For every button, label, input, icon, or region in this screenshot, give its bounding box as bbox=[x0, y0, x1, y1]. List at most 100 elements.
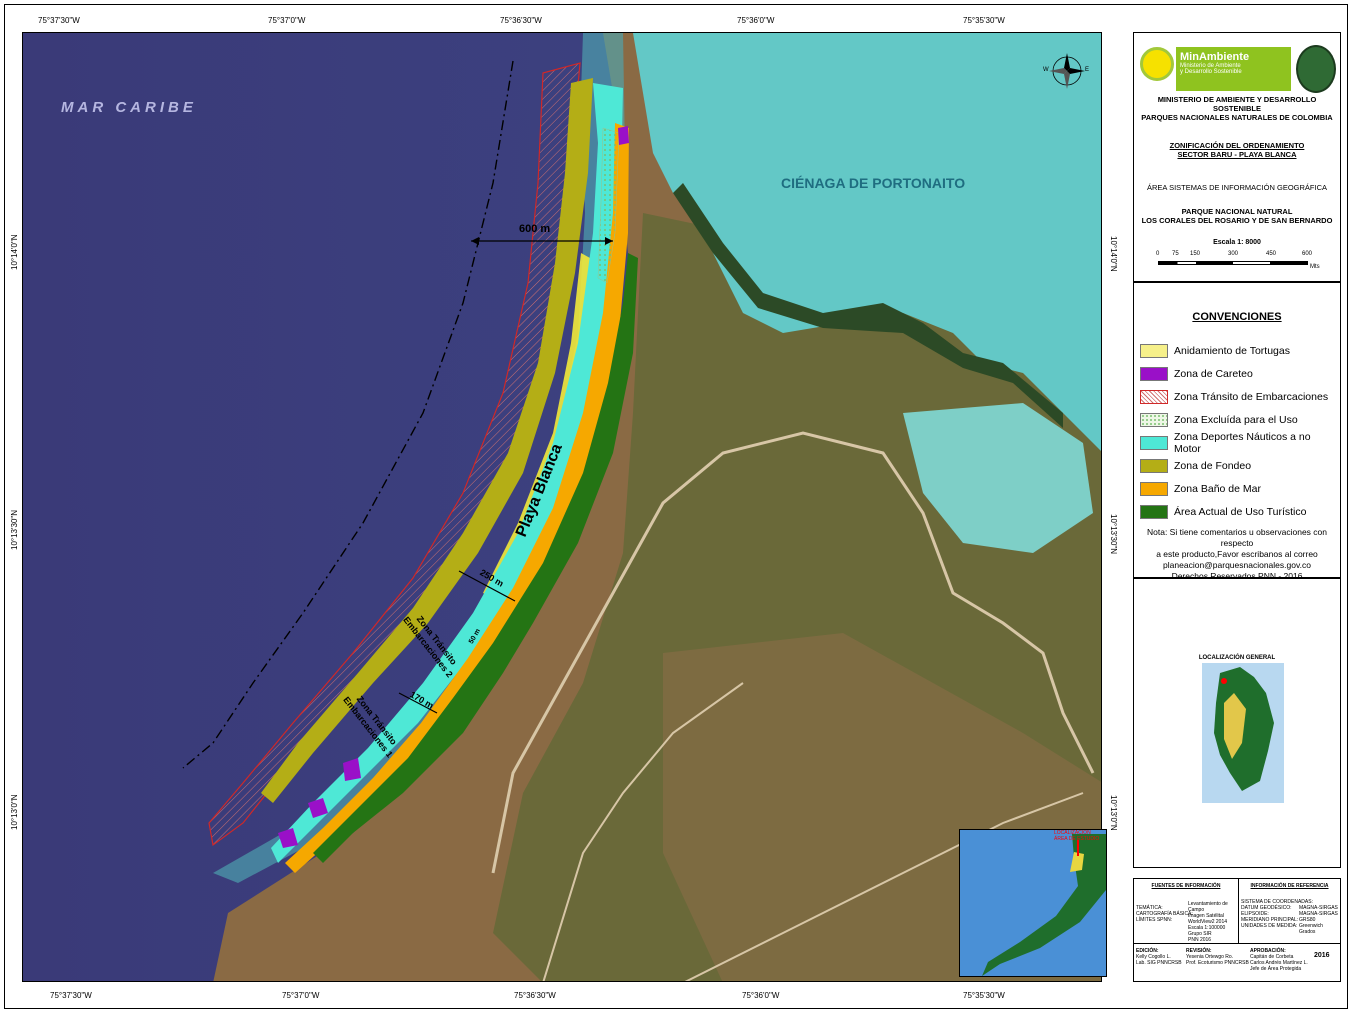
coord-left-2: 10°13'30"N bbox=[10, 509, 19, 550]
header-panel: MinAmbiente Ministerio de Ambiente y Des… bbox=[1133, 32, 1341, 282]
scale-bar bbox=[1158, 261, 1308, 265]
study-area-marker bbox=[1221, 678, 1227, 684]
coord-right-2: 10°13'30"N bbox=[1109, 514, 1118, 555]
satellite-map[interactable]: MAR CARIBE CIÉNAGA DE PORTONAITO Playa B… bbox=[22, 32, 1102, 982]
inset-map: LOCALIZACIÓN ÁREA DE ESTUDIO bbox=[959, 829, 1107, 977]
inset-island bbox=[982, 834, 1106, 976]
park-line2: LOS CORALES DEL ROSARIO Y DE SAN BERNARD… bbox=[1141, 216, 1333, 225]
legend-item: Zona Baño de Mar bbox=[1140, 481, 1261, 497]
source-val-1: Levantamiento de Campo bbox=[1188, 901, 1228, 913]
ministry-line2: PARQUES NACIONALES NATURALES DE COLOMBIA bbox=[1141, 113, 1333, 122]
scale-tick-450: 450 bbox=[1266, 251, 1277, 257]
coord-top-4: 75°36'0"W bbox=[737, 16, 775, 25]
legend-item: Zona Deportes Náuticos a no Motor bbox=[1140, 431, 1340, 455]
sources-title: FUENTES DE INFORMACIÓN bbox=[1151, 883, 1221, 889]
map-title-line2: SECTOR BARU - PLAYA BLANCA bbox=[1177, 150, 1297, 159]
year-label: 2016 bbox=[1314, 952, 1330, 959]
inset-label-2: ÁREA DE ESTUDIO bbox=[1054, 836, 1100, 842]
ref-val-5: Grados bbox=[1299, 929, 1316, 935]
legend-swatch bbox=[1140, 344, 1168, 358]
legend-panel: CONVENCIONES Anidamiento de Tortugas Zona… bbox=[1133, 282, 1341, 581]
north-arrow-e: E bbox=[1085, 67, 1090, 73]
coord-bottom-2: 75°37'0"W bbox=[282, 991, 320, 1000]
ref-values: MAGNA-SIRGAS MAGNA-SIRGAS GRS80 Greenwic… bbox=[1299, 905, 1338, 935]
review: REVISIÓN: Yesenia Ortewgo Ro. Prof. Ecot… bbox=[1186, 948, 1249, 966]
sources-keys: TEMÁTICA: CARTOGRAFÍA BÁSICA: LÍMITES SP… bbox=[1136, 905, 1193, 923]
coord-left-1: 10°14'0"N bbox=[10, 234, 19, 270]
coord-bottom-3: 75°36'30"W bbox=[514, 991, 556, 1000]
coord-right-3: 10°13'0"N bbox=[1109, 795, 1118, 831]
ministry-block: MINISTERIO DE AMBIENTE Y DESARROLLO SOST… bbox=[1134, 95, 1340, 122]
edition-val-2: Lab. SIG PNNCRSB bbox=[1136, 960, 1182, 966]
legend-item: Área Actual de Uso Turístico bbox=[1140, 504, 1306, 520]
legend-item: Zona de Careteo bbox=[1140, 366, 1253, 382]
scale-label: Escala 1: 8000 bbox=[1213, 239, 1261, 246]
map-title-line1: ZONIFICACIÓN DEL ORDENAMIENTO bbox=[1169, 141, 1305, 150]
park-line1: PARQUE NACIONAL NATURAL bbox=[1181, 207, 1293, 216]
credits-block: EDICIÓN: Kelly Cogollo L. Lab. SIG PNNCR… bbox=[1134, 943, 1340, 982]
brand-sub2: y Desarrollo Sostenible bbox=[1180, 69, 1242, 75]
park-block: PARQUE NACIONAL NATURAL LOS CORALES DEL … bbox=[1134, 207, 1340, 225]
area-label: ÁREA SISTEMAS DE INFORMACIÓN GEOGRÁFICA bbox=[1146, 183, 1328, 192]
north-arrow-w: W bbox=[1043, 67, 1049, 73]
legend-swatch bbox=[1140, 413, 1168, 427]
legend-label: Zona de Fondeo bbox=[1174, 460, 1252, 472]
coord-left-3: 10°13'0"N bbox=[10, 794, 19, 830]
coord-top-1: 75°37'30"W bbox=[38, 16, 80, 25]
legend-item: Zona Excluída para el Uso bbox=[1140, 412, 1298, 428]
careteo-1 bbox=[618, 126, 629, 145]
legend-swatch bbox=[1140, 367, 1168, 381]
legend-note: Nota: Si tiene comentarios u observacion… bbox=[1134, 527, 1340, 582]
coord-bottom-5: 75°35'30"W bbox=[963, 991, 1005, 1000]
ministry-line1: MINISTERIO DE AMBIENTE Y DESARROLLO SOST… bbox=[1157, 95, 1317, 113]
coord-top-2: 75°37'0"W bbox=[268, 16, 306, 25]
legend-note-3: planeacion@parquesnacionales.gov.co bbox=[1163, 560, 1311, 570]
legend-title: CONVENCIONES bbox=[1192, 311, 1282, 323]
legend-swatch bbox=[1140, 390, 1168, 404]
legend-swatch bbox=[1140, 482, 1168, 496]
legend-label: Zona de Careteo bbox=[1174, 368, 1253, 380]
legend-item: Zona Tránsito de Embarcaciones bbox=[1140, 389, 1328, 405]
scale-unit: Mts bbox=[1310, 264, 1320, 270]
scale-tick-0: 0 bbox=[1156, 251, 1160, 257]
map-title-block: ZONIFICACIÓN DEL ORDENAMIENTO SECTOR BAR… bbox=[1134, 141, 1340, 159]
legend-item: Zona de Fondeo bbox=[1140, 458, 1251, 474]
scale-tick-600: 600 bbox=[1302, 251, 1313, 257]
scale-tick-75: 75 bbox=[1172, 251, 1179, 257]
legend-label: Zona Baño de Mar bbox=[1174, 483, 1261, 495]
scale-tick-300: 300 bbox=[1228, 251, 1239, 257]
label-sea: MAR CARIBE bbox=[61, 99, 197, 116]
coord-right-1: 10°14'0"N bbox=[1109, 236, 1118, 272]
legend-label: Zona Tránsito de Embarcaciones bbox=[1174, 391, 1329, 403]
coord-bottom-4: 75°36'0"W bbox=[742, 991, 780, 1000]
legend-note-2: a este producto,Favor escribanos al corr… bbox=[1156, 549, 1318, 559]
approval: APROBACIÓN: Capitán de Corbeta Carlos An… bbox=[1250, 948, 1308, 972]
pnn-logo-icon bbox=[1296, 45, 1336, 93]
label-lagoon: CIÉNAGA DE PORTONAITO bbox=[781, 175, 966, 191]
legend-item: Anidamiento de Tortugas bbox=[1140, 343, 1290, 359]
location-title: LOCALIZACIÓN GENERAL bbox=[1198, 655, 1276, 661]
coord-bottom-1: 75°37'30"W bbox=[50, 991, 92, 1000]
coord-top-5: 75°35'30"W bbox=[963, 16, 1005, 25]
legend-label: Anidamiento de Tortugas bbox=[1174, 345, 1290, 357]
location-panel: LOCALIZACIÓN GENERAL LOCALIZACIÓN ÁREA D… bbox=[959, 578, 1341, 977]
label-600m: 600 m bbox=[519, 223, 551, 235]
legend-label: Área Actual de Uso Turístico bbox=[1174, 506, 1307, 518]
colombia-locator-map bbox=[1202, 663, 1284, 803]
sources-block: FUENTES DE INFORMACIÓN TEMÁTICA: CARTOGR… bbox=[1134, 879, 1239, 943]
legend-label: Zona Deportes Náuticos a no Motor bbox=[1174, 431, 1311, 455]
coord-top-3: 75°36'30"W bbox=[500, 16, 542, 25]
ref-block: INFORMACIÓN DE REFERENCIA SISTEMA DE COO… bbox=[1239, 879, 1340, 943]
review-val-2: Prof. Ecoturismo PNNCRSB bbox=[1186, 960, 1249, 966]
legend-swatch bbox=[1140, 459, 1168, 473]
sources-values: Levantamiento de Campo Imagen Satélital … bbox=[1188, 901, 1238, 943]
legend-swatch bbox=[1140, 436, 1168, 450]
legend-swatch bbox=[1140, 505, 1168, 519]
edition: EDICIÓN: Kelly Cogollo L. Lab. SIG PNNCR… bbox=[1136, 948, 1182, 966]
brand-name: MinAmbiente bbox=[1180, 51, 1250, 63]
ref-title: INFORMACIÓN DE REFERENCIA bbox=[1250, 883, 1329, 889]
footer-panel: FUENTES DE INFORMACIÓN TEMÁTICA: CARTOGR… bbox=[1133, 878, 1341, 982]
colombia-seal-icon bbox=[1140, 47, 1174, 81]
minambiente-logo: MinAmbiente Ministerio de Ambiente y Des… bbox=[1176, 47, 1291, 91]
source-key-5: LÍMITES SPNN: bbox=[1136, 917, 1173, 923]
